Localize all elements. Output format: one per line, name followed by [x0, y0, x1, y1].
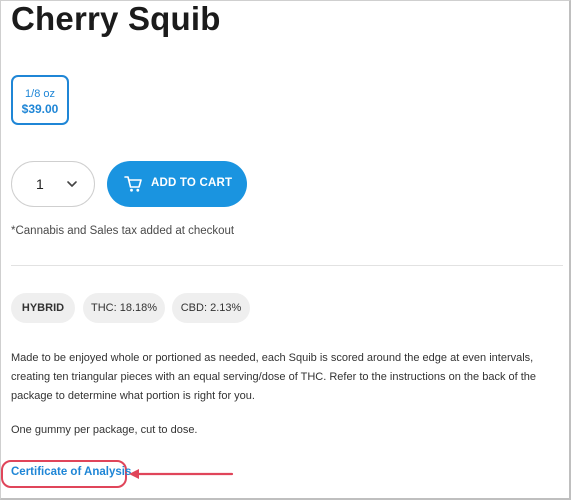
strain-type-badge: HYBRID	[11, 293, 75, 323]
quantity-select[interactable]: 1	[11, 161, 95, 207]
quantity-value: 1	[36, 176, 44, 192]
certificate-of-analysis-link[interactable]: Certificate of Analysis	[11, 466, 131, 478]
usage-note: One gummy per package, cut to dose.	[11, 424, 198, 436]
product-title: Cherry Squib	[11, 0, 221, 37]
variant-size: 1/8 oz	[25, 88, 55, 100]
cart-icon	[124, 176, 142, 192]
divider	[11, 265, 563, 266]
chevron-down-icon	[67, 181, 77, 187]
thc-badge: THC: 18.18%	[83, 293, 165, 323]
variant-price: $39.00	[21, 102, 59, 116]
product-description: Made to be enjoyed whole or portioned as…	[11, 352, 537, 402]
tax-note: *Cannabis and Sales tax added at checkou…	[11, 225, 235, 237]
cbd-badge: CBD: 2.13%	[172, 293, 250, 323]
variant-option-eighth[interactable]: 1/8 oz $39.00	[11, 75, 69, 125]
add-to-cart-label: ADD TO CART	[151, 177, 233, 189]
arrow-left-icon	[129, 469, 234, 479]
add-to-cart-button[interactable]: ADD TO CART	[107, 161, 247, 207]
